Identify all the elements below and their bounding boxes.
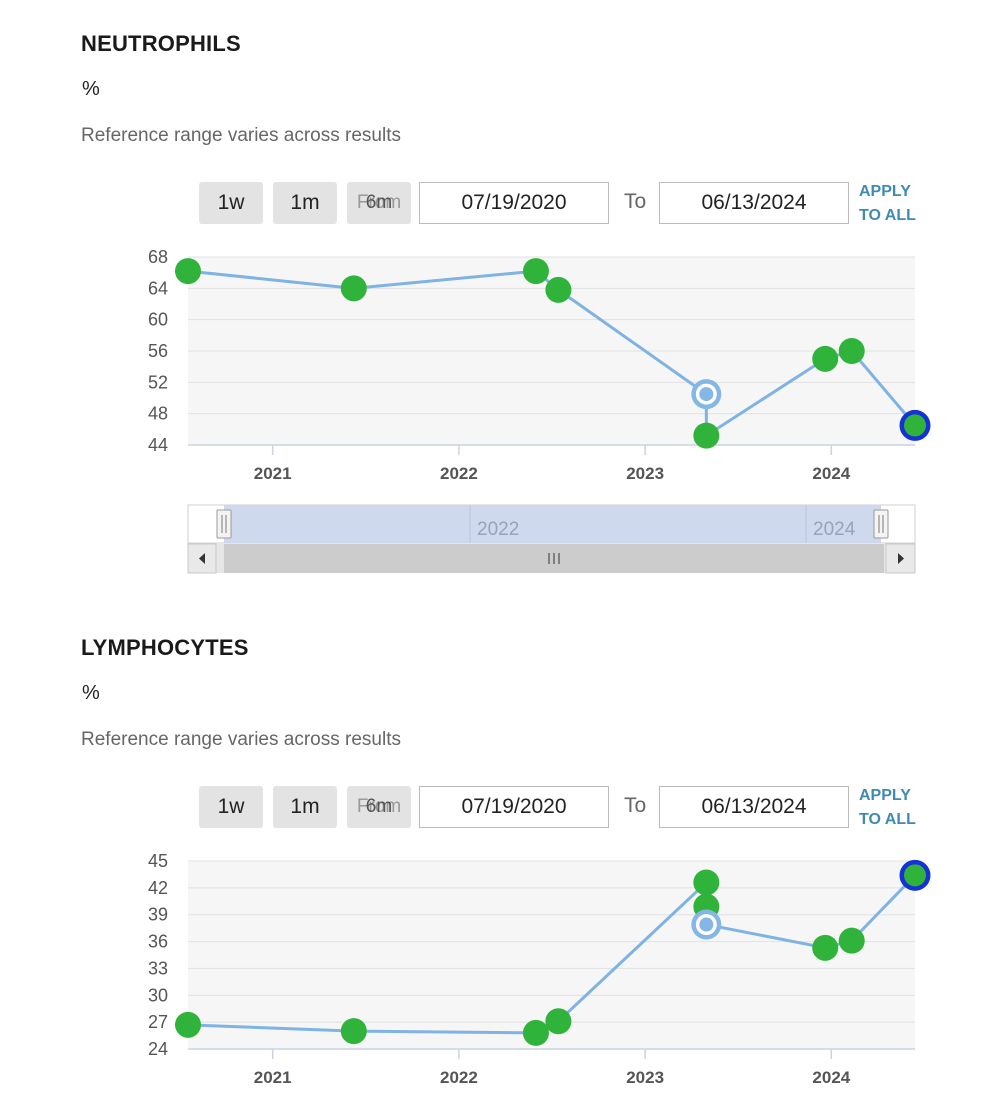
data-point[interactable] xyxy=(545,276,572,303)
data-point[interactable] xyxy=(175,1011,201,1038)
apply-to-all-button[interactable]: APPLY TO ALL xyxy=(859,180,916,228)
data-point[interactable] xyxy=(522,1019,549,1046)
panel-title: NEUTROPHILS xyxy=(81,31,241,56)
reference-range-text: Reference range varies across results xyxy=(81,729,401,750)
data-point-selected-center xyxy=(904,414,926,437)
range-button-label: 1w xyxy=(217,795,245,818)
data-point[interactable] xyxy=(522,258,549,285)
range-button-6m[interactable]: From 6m xyxy=(347,786,411,828)
x-tick-label: 2022 xyxy=(440,464,478,483)
navigator-right-handle[interactable] xyxy=(873,509,889,539)
data-point[interactable] xyxy=(340,275,367,302)
y-tick-label: 24 xyxy=(148,1039,168,1059)
lymphocytes-chart[interactable]: 24 27 30 33 36 39 42 45 2021 2022 2023 2024 xyxy=(0,844,995,1087)
to-label: To xyxy=(624,190,647,213)
range-button-label: 1m xyxy=(290,191,320,214)
navigator-label: 2024 xyxy=(813,519,856,540)
navigator-label: 2022 xyxy=(477,519,519,540)
y-tick-label: 64 xyxy=(148,278,168,298)
y-tick-label: 33 xyxy=(148,958,168,978)
lymphocytes-panel: LYMPHOCYTES % Reference range varies acr… xyxy=(0,604,995,1094)
y-tick-label: 44 xyxy=(148,435,168,455)
y-tick-label: 45 xyxy=(148,851,168,871)
unit-label: % xyxy=(82,78,100,100)
x-tick-label: 2022 xyxy=(440,1068,478,1087)
range-navigator[interactable]: 2022 2024 xyxy=(0,500,995,580)
x-tick-label: 2024 xyxy=(812,1068,850,1087)
x-tick-label: 2021 xyxy=(254,1068,292,1087)
data-point[interactable] xyxy=(838,338,865,364)
range-button-1m[interactable]: 1m xyxy=(273,182,337,224)
panel-title: LYMPHOCYTES xyxy=(81,635,249,660)
to-date-input[interactable]: 06/13/2024 xyxy=(659,786,849,828)
data-point[interactable] xyxy=(812,934,839,961)
y-tick-label: 27 xyxy=(148,1012,168,1032)
range-button-1m[interactable]: 1m xyxy=(273,786,337,828)
data-point[interactable] xyxy=(340,1018,367,1045)
data-point[interactable] xyxy=(545,1008,572,1035)
apply-label-line2: TO ALL xyxy=(859,811,916,828)
x-tick-label: 2023 xyxy=(626,464,664,483)
x-tick-label: 2023 xyxy=(626,1068,664,1087)
range-button-label: 1m xyxy=(290,795,320,818)
data-point-selected-center xyxy=(904,864,926,887)
from-date-input[interactable]: 07/19/2020 xyxy=(419,182,609,224)
navigator-left-handle[interactable] xyxy=(216,509,232,539)
x-tick-label: 2021 xyxy=(254,464,292,483)
apply-to-all-button[interactable]: APPLY TO ALL xyxy=(859,784,916,832)
range-button-label: 1w xyxy=(217,191,245,214)
to-label: To xyxy=(624,794,647,817)
to-date-input[interactable]: 06/13/2024 xyxy=(659,182,849,224)
neutrophils-chart[interactable]: 44 48 52 56 60 64 68 2021 2022 2023 2024 xyxy=(0,240,995,483)
data-point[interactable] xyxy=(693,422,720,449)
range-button-1w[interactable]: 1w xyxy=(199,182,263,224)
range-button-label: 6m xyxy=(365,796,393,817)
y-tick-label: 60 xyxy=(148,310,168,330)
unit-label: % xyxy=(82,682,100,704)
y-tick-label: 30 xyxy=(148,985,168,1005)
apply-label-line2: TO ALL xyxy=(859,207,916,224)
range-button-label: 6m xyxy=(365,192,393,213)
y-tick-label: 68 xyxy=(148,247,168,267)
apply-label-line1: APPLY xyxy=(859,183,911,200)
data-point[interactable] xyxy=(812,345,839,372)
y-tick-label: 56 xyxy=(148,341,168,361)
reference-range-text: Reference range varies across results xyxy=(81,125,401,146)
apply-label-line1: APPLY xyxy=(859,787,911,804)
data-point-highlighted-center xyxy=(699,917,714,932)
range-button-1w[interactable]: 1w xyxy=(199,786,263,828)
data-point[interactable] xyxy=(838,927,865,954)
y-tick-label: 39 xyxy=(148,905,168,925)
y-tick-label: 52 xyxy=(148,372,168,392)
y-tick-label: 42 xyxy=(148,878,168,898)
navigator-selection[interactable] xyxy=(224,505,881,543)
neutrophils-panel: NEUTROPHILS % Reference range varies acr… xyxy=(0,0,995,600)
y-tick-label: 36 xyxy=(148,932,168,952)
range-button-6m[interactable]: From 6m xyxy=(347,182,411,224)
x-tick-label: 2024 xyxy=(812,464,850,483)
from-date-input[interactable]: 07/19/2020 xyxy=(419,786,609,828)
y-tick-label: 48 xyxy=(148,404,168,424)
data-point[interactable] xyxy=(175,258,201,285)
data-point[interactable] xyxy=(693,869,720,896)
data-point-highlighted-center xyxy=(699,387,714,402)
